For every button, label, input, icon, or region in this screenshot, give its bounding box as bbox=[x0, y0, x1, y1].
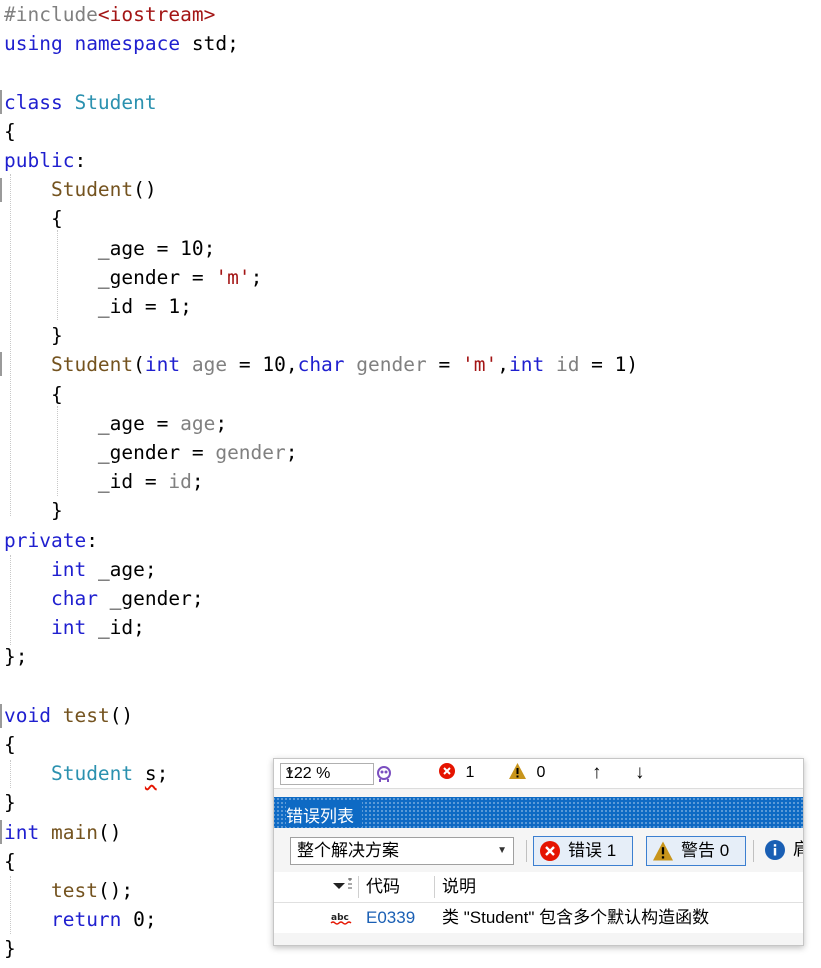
toolbar-separator bbox=[526, 840, 527, 862]
code-line[interactable]: _age = age; bbox=[4, 409, 227, 438]
error-list-header: 代码 说明 bbox=[274, 872, 803, 903]
warnings-filter-button[interactable]: 警告 0 bbox=[646, 836, 746, 866]
error-list-panel: 122 % ▼ 1 0 ↑ ↓ 错误列表 整个解决方案 ▼ 错误 1 警告 0 … bbox=[273, 758, 804, 946]
code-line[interactable]: class Student bbox=[4, 88, 157, 117]
arrow-up-icon: ↑ bbox=[592, 762, 602, 783]
code-line[interactable]: { bbox=[4, 847, 16, 876]
code-line[interactable]: } bbox=[4, 321, 63, 350]
error-list-titlebar[interactable]: 错误列表 bbox=[274, 797, 803, 828]
error-count: 1 bbox=[465, 764, 475, 781]
warning-count: 0 bbox=[536, 764, 546, 781]
code-line[interactable]: { bbox=[4, 117, 16, 146]
warning-icon bbox=[509, 763, 526, 779]
code-line[interactable]: void test() bbox=[4, 701, 133, 730]
column-separator[interactable] bbox=[358, 876, 359, 898]
code-line[interactable]: } bbox=[4, 496, 63, 525]
code-line[interactable]: }; bbox=[4, 642, 27, 671]
scope-dropdown[interactable]: 整个解决方案 ▼ bbox=[290, 837, 514, 865]
error-description: 类 "Student" 包含多个默认构造函数 bbox=[442, 908, 710, 927]
code-line[interactable]: int _id; bbox=[4, 613, 145, 642]
editor-status-bar: 122 % ▼ 1 0 ↑ ↓ bbox=[274, 759, 803, 789]
code-line[interactable]: _gender = gender; bbox=[4, 438, 298, 467]
code-line[interactable]: _id = 1; bbox=[4, 292, 192, 321]
column-header-code[interactable]: 代码 bbox=[366, 872, 400, 902]
errors-filter-button[interactable]: 错误 1 bbox=[533, 836, 633, 866]
zoom-dropdown[interactable]: 122 % ▼ bbox=[280, 763, 374, 785]
warning-count-indicator[interactable]: 0 bbox=[509, 763, 545, 783]
fold-marker[interactable] bbox=[0, 352, 2, 376]
error-icon bbox=[439, 763, 455, 779]
code-line[interactable]: return 0; bbox=[4, 905, 157, 934]
copilot-icon[interactable] bbox=[374, 764, 394, 784]
next-issue-button[interactable]: ↓ bbox=[635, 763, 645, 783]
errors-filter-label: 错误 1 bbox=[568, 841, 617, 860]
column-separator[interactable] bbox=[434, 876, 435, 898]
code-line[interactable]: private: bbox=[4, 526, 98, 555]
fold-marker[interactable] bbox=[0, 704, 2, 728]
code-line[interactable]: int _age; bbox=[4, 555, 157, 584]
code-line[interactable]: _gender = 'm'; bbox=[4, 263, 262, 292]
error-code-link[interactable]: E0339 bbox=[366, 903, 415, 933]
code-line[interactable]: #include<iostream> bbox=[4, 0, 215, 29]
error-list-title: 错误列表 bbox=[286, 802, 362, 827]
error-icon bbox=[540, 841, 560, 861]
scope-value: 整个解决方案 bbox=[297, 841, 399, 860]
messages-filter-label: 肩 bbox=[793, 836, 803, 864]
code-line[interactable]: _age = 10; bbox=[4, 234, 215, 263]
arrow-down-icon: ↓ bbox=[635, 762, 645, 783]
code-line[interactable]: } bbox=[4, 788, 16, 817]
chevron-down-icon: ▼ bbox=[285, 768, 295, 779]
warning-icon bbox=[653, 841, 673, 861]
code-line[interactable]: char _gender; bbox=[4, 584, 204, 613]
fold-marker[interactable] bbox=[0, 90, 2, 114]
code-line[interactable]: _id = id; bbox=[4, 467, 204, 496]
code-line[interactable]: { bbox=[4, 730, 16, 759]
code-line[interactable]: using namespace std; bbox=[4, 29, 239, 58]
table-row[interactable]: abc E0339 类 "Student" 包含多个默认构造函数 bbox=[274, 903, 803, 933]
column-header-description[interactable]: 说明 bbox=[442, 872, 476, 902]
toolbar-separator bbox=[753, 840, 754, 862]
chevron-down-icon: ▼ bbox=[497, 845, 507, 856]
warnings-filter-label: 警告 0 bbox=[681, 841, 730, 860]
spelling-error-icon: abc bbox=[330, 913, 352, 925]
code-line[interactable]: { bbox=[4, 204, 63, 233]
fold-marker[interactable] bbox=[0, 178, 2, 202]
fold-marker[interactable] bbox=[0, 820, 2, 844]
filter-icon[interactable] bbox=[332, 878, 354, 899]
error-list-toolbar: 整个解决方案 ▼ 错误 1 警告 0 肩 bbox=[274, 828, 803, 872]
messages-filter-button[interactable]: 肩 bbox=[762, 836, 803, 864]
info-icon bbox=[765, 840, 785, 860]
code-line[interactable]: test(); bbox=[4, 876, 133, 905]
code-line[interactable]: Student() bbox=[4, 175, 157, 204]
previous-issue-button[interactable]: ↑ bbox=[592, 763, 602, 783]
code-line[interactable]: { bbox=[4, 380, 63, 409]
code-line[interactable]: public: bbox=[4, 146, 86, 175]
error-count-indicator[interactable]: 1 bbox=[439, 763, 474, 783]
code-line[interactable]: int main() bbox=[4, 818, 121, 847]
code-line[interactable]: Student s; bbox=[4, 759, 168, 788]
code-line[interactable]: } bbox=[4, 934, 16, 963]
code-line[interactable]: Student(int age = 10,char gender = 'm',i… bbox=[4, 350, 638, 379]
